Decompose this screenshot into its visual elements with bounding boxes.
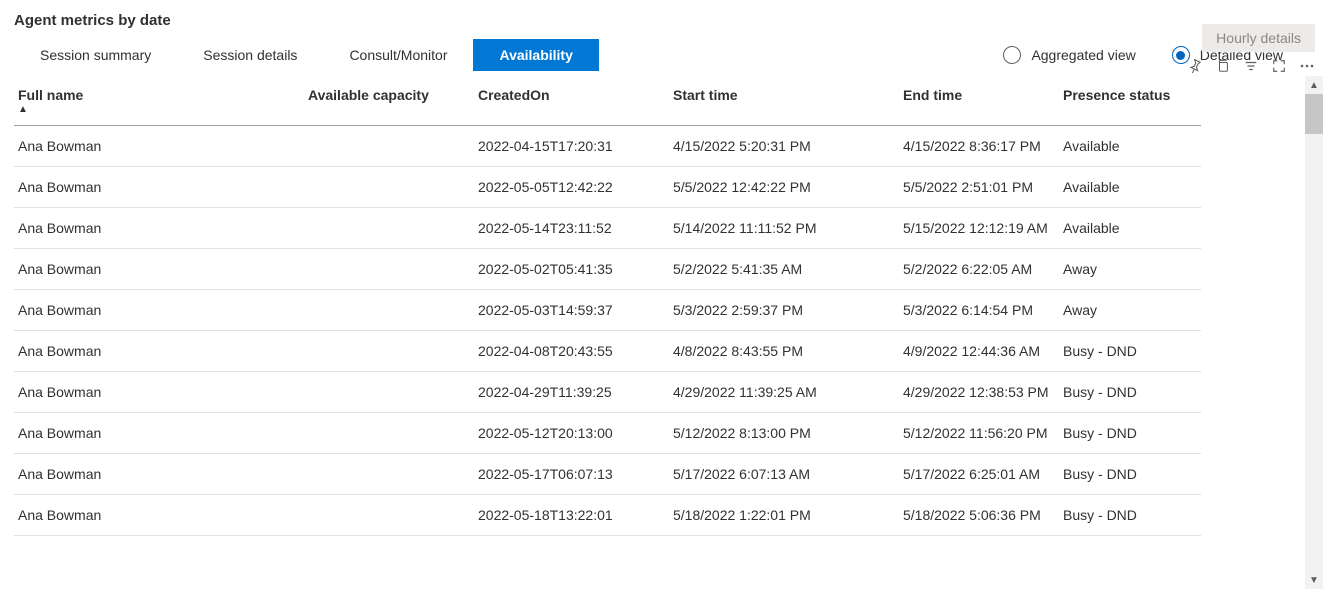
cell-name: Ana Bowman <box>14 167 304 208</box>
radio-icon <box>1003 46 1021 64</box>
cell-start: 5/17/2022 6:07:13 AM <box>669 454 899 495</box>
cell-end: 4/9/2022 12:44:36 AM <box>899 331 1059 372</box>
cell-status: Away <box>1059 290 1201 331</box>
column-header-start[interactable]: Start time <box>669 75 899 126</box>
cell-end: 5/12/2022 11:56:20 PM <box>899 413 1059 454</box>
scroll-thumb[interactable] <box>1305 94 1323 134</box>
cell-cap <box>304 126 474 167</box>
cell-start: 5/18/2022 1:22:01 PM <box>669 495 899 536</box>
cell-start: 5/14/2022 11:11:52 PM <box>669 208 899 249</box>
filter-icon[interactable] <box>1243 58 1259 74</box>
cell-start: 4/15/2022 5:20:31 PM <box>669 126 899 167</box>
page-title: Agent metrics by date <box>0 8 1323 35</box>
sort-asc-icon: ▲ <box>18 105 296 115</box>
cell-name: Ana Bowman <box>14 495 304 536</box>
cell-end: 5/5/2022 2:51:01 PM <box>899 167 1059 208</box>
cell-cap <box>304 454 474 495</box>
cell-start: 4/29/2022 11:39:25 AM <box>669 372 899 413</box>
cell-status: Busy - DND <box>1059 413 1201 454</box>
scroll-down-icon[interactable]: ▼ <box>1305 571 1323 589</box>
cell-start: 5/5/2022 12:42:22 PM <box>669 167 899 208</box>
cell-status: Busy - DND <box>1059 331 1201 372</box>
vertical-scrollbar[interactable]: ▲ ▼ <box>1305 76 1323 589</box>
table-row[interactable]: Ana Bowman 2022-05-18T13:22:015/18/2022 1… <box>14 495 1201 536</box>
cell-name: Ana Bowman <box>14 249 304 290</box>
table-row[interactable]: Ana Bowman 2022-05-03T14:59:375/3/2022 2:… <box>14 290 1201 331</box>
copy-icon[interactable] <box>1215 58 1231 74</box>
cell-created: 2022-04-15T17:20:31 <box>474 126 669 167</box>
cell-name: Ana Bowman <box>14 372 304 413</box>
cell-start: 4/8/2022 8:43:55 PM <box>669 331 899 372</box>
cell-status: Available <box>1059 167 1201 208</box>
cell-status: Available <box>1059 208 1201 249</box>
tabs: Session summarySession detailsConsult/Mo… <box>14 39 599 71</box>
cell-end: 5/2/2022 6:22:05 AM <box>899 249 1059 290</box>
cell-status: Available <box>1059 126 1201 167</box>
column-header-created[interactable]: CreatedOn <box>474 75 669 126</box>
tab-consult-monitor[interactable]: Consult/Monitor <box>323 39 473 71</box>
table-row[interactable]: Ana Bowman2022-05-17T06:07:135/17/2022 6… <box>14 454 1201 495</box>
cell-end: 4/29/2022 12:38:53 PM <box>899 372 1059 413</box>
cell-cap <box>304 413 474 454</box>
cell-created: 2022-04-29T11:39:25 <box>474 372 669 413</box>
column-header-end[interactable]: End time <box>899 75 1059 126</box>
hourly-details-button[interactable]: Hourly details <box>1202 24 1315 52</box>
cell-cap <box>304 167 474 208</box>
cell-status: Away <box>1059 249 1201 290</box>
cell-name: Ana Bowman <box>14 290 304 331</box>
cell-name: Ana Bowman <box>14 454 304 495</box>
cell-cap <box>304 249 474 290</box>
cell-status: Busy - DND <box>1059 495 1201 536</box>
column-header-name[interactable]: Full name▲ <box>14 75 304 126</box>
pin-icon[interactable] <box>1187 58 1203 74</box>
cell-cap <box>304 208 474 249</box>
tab-session-details[interactable]: Session details <box>177 39 323 71</box>
cell-cap <box>304 495 474 536</box>
cell-name: Ana Bowman <box>14 208 304 249</box>
cell-name: Ana Bowman <box>14 126 304 167</box>
cell-created: 2022-05-17T06:07:13 <box>474 454 669 495</box>
cell-start: 5/12/2022 8:13:00 PM <box>669 413 899 454</box>
tab-availability[interactable]: Availability <box>473 39 598 71</box>
table-row[interactable]: Ana Bowman 2022-04-08T20:43:554/8/2022 8:… <box>14 331 1201 372</box>
cell-end: 5/17/2022 6:25:01 AM <box>899 454 1059 495</box>
column-header-cap[interactable]: Available capacity <box>304 75 474 126</box>
cell-status: Busy - DND <box>1059 372 1201 413</box>
radio-label: Aggregated view <box>1031 47 1135 63</box>
cell-created: 2022-05-18T13:22:01 <box>474 495 669 536</box>
aggregated-view-radio[interactable]: Aggregated view <box>1003 46 1135 64</box>
cell-end: 4/15/2022 8:36:17 PM <box>899 126 1059 167</box>
cell-created: 2022-04-08T20:43:55 <box>474 331 669 372</box>
cell-start: 5/2/2022 5:41:35 AM <box>669 249 899 290</box>
cell-end: 5/18/2022 5:06:36 PM <box>899 495 1059 536</box>
table-row[interactable]: Ana Bowman2022-04-29T11:39:254/29/2022 1… <box>14 372 1201 413</box>
cell-created: 2022-05-03T14:59:37 <box>474 290 669 331</box>
column-header-status[interactable]: Presence status <box>1059 75 1201 126</box>
table-row[interactable]: Ana Bowman 2022-05-02T05:41:355/2/2022 5:… <box>14 249 1201 290</box>
tab-session-summary[interactable]: Session summary <box>14 39 177 71</box>
more-options-icon[interactable] <box>1299 58 1315 74</box>
agent-metrics-table: Full name▲Available capacityCreatedOnSta… <box>14 75 1201 536</box>
visual-action-bar <box>1187 58 1315 74</box>
cell-end: 5/15/2022 12:12:19 AM <box>899 208 1059 249</box>
cell-cap <box>304 331 474 372</box>
cell-cap <box>304 372 474 413</box>
cell-cap <box>304 290 474 331</box>
cell-name: Ana Bowman <box>14 413 304 454</box>
cell-status: Busy - DND <box>1059 454 1201 495</box>
cell-created: 2022-05-05T12:42:22 <box>474 167 669 208</box>
table-row[interactable]: Ana Bowman 2022-05-12T20:13:005/12/2022 8… <box>14 413 1201 454</box>
table-row[interactable]: Ana Bowman 2022-05-14T23:11:525/14/2022 1… <box>14 208 1201 249</box>
cell-end: 5/3/2022 6:14:54 PM <box>899 290 1059 331</box>
cell-created: 2022-05-12T20:13:00 <box>474 413 669 454</box>
scroll-up-icon[interactable]: ▲ <box>1305 76 1323 94</box>
table-row[interactable]: Ana Bowman 2022-05-05T12:42:225/5/2022 12… <box>14 167 1201 208</box>
cell-created: 2022-05-02T05:41:35 <box>474 249 669 290</box>
focus-mode-icon[interactable] <box>1271 58 1287 74</box>
cell-created: 2022-05-14T23:11:52 <box>474 208 669 249</box>
table-row[interactable]: Ana Bowman 2022-04-15T17:20:314/15/2022 5… <box>14 126 1201 167</box>
cell-name: Ana Bowman <box>14 331 304 372</box>
cell-start: 5/3/2022 2:59:37 PM <box>669 290 899 331</box>
